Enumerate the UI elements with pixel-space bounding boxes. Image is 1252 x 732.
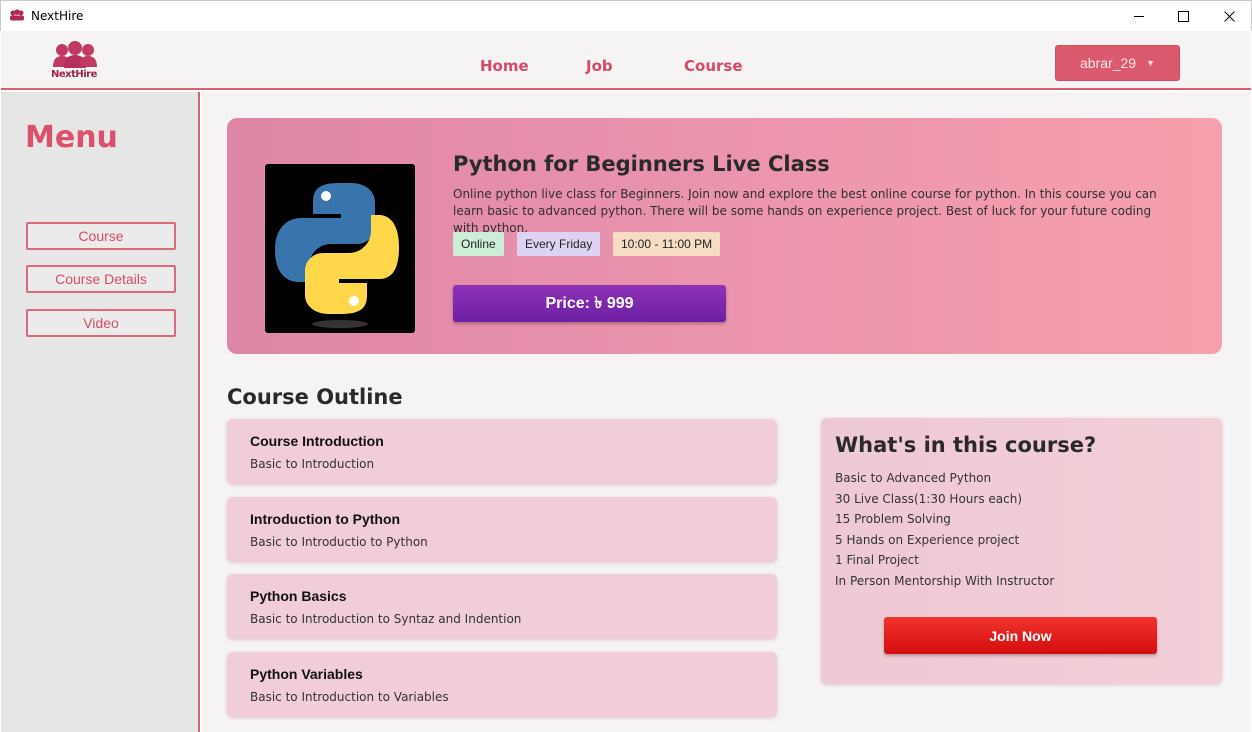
window-titlebar: NextHire (0, 0, 1252, 31)
top-navbar: NextHire Home Job Course abrar_29 ▼ (1, 31, 1251, 90)
tag-mode: Online (453, 232, 504, 256)
feature-item: 5 Hands on Experience project (835, 532, 1020, 547)
main-content: Python for Beginners Live Class Online p… (202, 92, 1251, 732)
course-thumbnail (265, 164, 415, 333)
logo-text: NextHire (51, 69, 97, 80)
sidebar-item-course[interactable]: Course (26, 222, 176, 250)
feature-item: 15 Problem Solving (835, 512, 951, 527)
chevron-down-icon: ▼ (1146, 58, 1155, 68)
nav-home[interactable]: Home (480, 57, 529, 75)
sidebar-item-video[interactable]: Video (26, 309, 176, 337)
outline-item-subtitle: Basic to Introductio to Python (250, 535, 428, 549)
outline-item-title: Python Variables (250, 666, 363, 682)
maximize-button[interactable] (1160, 1, 1206, 31)
app-icon (9, 9, 25, 23)
minimize-icon (1133, 15, 1144, 17)
feature-item: 30 Live Class(1:30 Hours each) (835, 491, 1023, 506)
outline-item[interactable]: Python Basics Basic to Introduction to S… (227, 574, 777, 639)
username: abrar_29 (1080, 55, 1137, 71)
close-icon (1223, 10, 1235, 22)
outline-item-subtitle: Basic to Introduction to Syntaz and Inde… (250, 612, 522, 626)
tag-schedule-day: Every Friday (517, 232, 601, 256)
course-outline-title: Course Outline (227, 385, 403, 409)
people-logo-icon (53, 41, 97, 68)
feature-item: In Person Mentorship With Instructor (835, 573, 1055, 588)
nav-course[interactable]: Course (684, 57, 743, 75)
feature-item: 1 Final Project (835, 553, 919, 568)
outline-item-title: Python Basics (250, 588, 347, 604)
nav-job[interactable]: Job (586, 57, 613, 75)
outline-item-title: Course Introduction (250, 433, 384, 449)
minimize-button[interactable] (1116, 1, 1162, 31)
price-button[interactable]: Price: ৳ 999 (453, 285, 726, 322)
course-features-card: What's in this course? Basic to Advanced… (821, 418, 1222, 684)
course-features-title: What's in this course? (835, 433, 1097, 457)
course-description: Online python live class for Beginners. … (453, 187, 1157, 235)
sidebar-item-course-details[interactable]: Course Details (26, 265, 176, 293)
outline-item[interactable]: Introduction to Python Basic to Introduc… (227, 497, 777, 562)
join-now-button[interactable]: Join Now (884, 617, 1157, 654)
course-features-list: Basic to Advanced Python 30 Live Class(1… (835, 468, 1054, 592)
outline-item[interactable]: Course Introduction Basic to Introductio… (227, 419, 777, 484)
outline-item-subtitle: Basic to Introduction to Variables (250, 690, 449, 704)
outline-item[interactable]: Python Variables Basic to Introduction t… (227, 652, 777, 717)
window-title: NextHire (31, 9, 84, 23)
close-button[interactable] (1206, 1, 1252, 31)
outline-item-subtitle: Basic to Introduction (250, 457, 375, 471)
feature-item: Basic to Advanced Python (835, 471, 992, 485)
outline-item-title: Introduction to Python (250, 511, 401, 527)
course-hero-card: Python for Beginners Live Class Online p… (227, 118, 1222, 354)
tag-schedule-time: 10:00 - 11:00 PM (613, 232, 721, 256)
python-logo-icon (275, 183, 399, 328)
course-title: Python for Beginners Live Class (453, 152, 830, 176)
sidebar: Menu Course Course Details Video (1, 92, 200, 732)
nexthire-logo[interactable]: NextHire (49, 41, 101, 81)
sidebar-title: Menu (25, 120, 118, 155)
user-menu-button[interactable]: abrar_29 ▼ (1055, 45, 1180, 81)
maximize-icon (1177, 10, 1189, 22)
